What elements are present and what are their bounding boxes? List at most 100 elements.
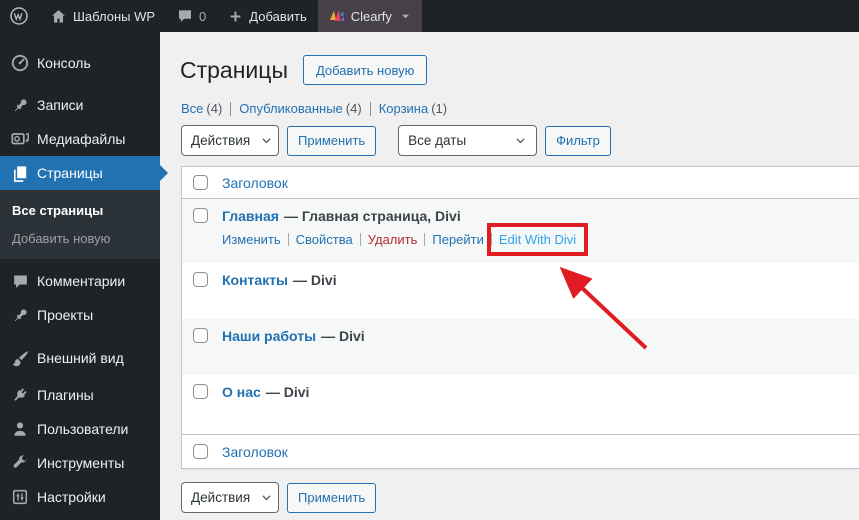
- bulk-actions-value: Действия: [191, 490, 251, 505]
- table-row-glavnaya: Главная — Главная страница, Divi Изменить…: [182, 199, 859, 263]
- sidebar-item-projects[interactable]: Проекты: [0, 298, 160, 332]
- submenu-all-pages[interactable]: Все страницы: [0, 196, 160, 224]
- sidebar-item-label: Консоль: [37, 55, 91, 71]
- submenu-add-new-page[interactable]: Добавить новую: [0, 224, 160, 252]
- sidebar-item-comments[interactable]: Комментарии: [0, 264, 160, 298]
- pages-icon: [10, 163, 30, 183]
- row-title-line: О нас — Divi: [222, 384, 309, 400]
- filter-count: (4): [345, 101, 362, 116]
- sidebar-item-appearance[interactable]: Внешний вид: [0, 341, 160, 375]
- sidebar-menu: Консоль Записи Медиафайлы Страницы Все с…: [0, 32, 168, 520]
- sidebar-item-settings[interactable]: Настройки: [0, 480, 160, 514]
- action-trash-link[interactable]: Удалить: [368, 232, 418, 247]
- sidebar-item-label: Инструменты: [37, 455, 125, 471]
- post-state: — Divi: [265, 384, 310, 400]
- sidebar-item-pages[interactable]: Страницы: [0, 156, 168, 190]
- row-checkbox[interactable]: [193, 208, 208, 223]
- filter-all-link[interactable]: Все (4): [181, 101, 222, 116]
- row-checkbox[interactable]: [193, 384, 208, 399]
- table-row-o-nas: О нас — Divi: [182, 375, 859, 434]
- row-title-line: Наши работы — Divi: [222, 328, 365, 344]
- media-icon: [10, 129, 30, 149]
- admin-bar: Шаблоны WP 0 Добавить Clearfy: [0, 0, 859, 32]
- sidebar-item-label: Внешний вид: [37, 350, 124, 366]
- apply-button[interactable]: Применить: [287, 125, 377, 156]
- select-all-checkbox[interactable]: [193, 175, 208, 190]
- apply-button-bottom[interactable]: Применить: [287, 482, 377, 513]
- row-checkbox[interactable]: [193, 272, 208, 287]
- pages-table: Заголовок Главная — Главная страница, Div…: [181, 166, 859, 469]
- bulk-actions-select-bottom[interactable]: Действия: [181, 482, 279, 513]
- sidebar-item-label: Медиафайлы: [37, 131, 126, 147]
- column-header-title[interactable]: Заголовок: [222, 175, 288, 191]
- page-title-link[interactable]: О нас: [222, 384, 261, 400]
- filter-published-link[interactable]: Опубликованные (4): [239, 101, 361, 116]
- sidebar-item-label: Страницы: [37, 165, 103, 181]
- row-title-line: Главная — Главная страница, Divi: [222, 208, 576, 224]
- paintbrush-icon: [10, 348, 30, 368]
- comments-count: 0: [199, 8, 207, 24]
- table-header-row: Заголовок: [182, 167, 859, 199]
- clearfy-menu[interactable]: Clearfy: [317, 0, 422, 32]
- comments-bubble-icon: [10, 271, 30, 291]
- filter-count: (4): [206, 101, 223, 116]
- sidebar-item-posts[interactable]: Записи: [0, 88, 160, 122]
- submenu-item-label: Добавить новую: [12, 230, 111, 246]
- chevron-down-icon: [400, 11, 411, 22]
- filter-label: Корзина: [378, 101, 429, 116]
- post-state: — Divi: [321, 328, 365, 344]
- annotation-highlight-box: Edit With Divi: [486, 223, 589, 256]
- sidebar-item-tools[interactable]: Инструменты: [0, 446, 160, 480]
- filter-label: Опубликованные: [239, 101, 343, 116]
- bulk-actions-value: Действия: [191, 133, 251, 148]
- chevron-down-icon: [260, 134, 273, 147]
- action-properties-link[interactable]: Свойства: [296, 232, 353, 247]
- sidebar-item-label: Настройки: [37, 489, 106, 505]
- bulk-actions-select[interactable]: Действия: [181, 125, 279, 156]
- comments-menu[interactable]: 0: [166, 0, 217, 32]
- site-menu[interactable]: Шаблоны WP: [39, 0, 166, 32]
- clearfy-label: Clearfy: [350, 8, 392, 24]
- wp-logo-icon: [9, 6, 29, 26]
- dashboard-icon: [10, 53, 30, 73]
- sidebar-item-users[interactable]: Пользователи: [0, 412, 160, 446]
- add-new-page-button[interactable]: Добавить новую: [302, 55, 428, 85]
- page-title-link[interactable]: Главная: [222, 208, 279, 224]
- row-checkbox[interactable]: [193, 328, 208, 343]
- comments-bubble-icon: [177, 8, 193, 24]
- page-title-link[interactable]: Контакты: [222, 272, 288, 288]
- action-separator: [287, 233, 289, 246]
- chevron-down-icon: [514, 134, 527, 147]
- sidebar-item-dashboard[interactable]: Консоль: [0, 46, 160, 80]
- active-menu-arrow: [160, 165, 168, 181]
- row-cell: Главная — Главная страница, Divi Изменить…: [222, 208, 589, 256]
- filter-separator: [230, 101, 232, 116]
- table-controls-bottom: Действия Применить: [181, 482, 377, 513]
- table-row-nashi-raboty: Наши работы — Divi: [182, 319, 859, 375]
- wp-logo-menu[interactable]: [0, 0, 39, 32]
- filter-count: (1): [431, 101, 448, 116]
- new-content-menu[interactable]: Добавить: [217, 0, 317, 32]
- post-state: — Главная страница, Divi: [283, 208, 461, 224]
- home-icon: [50, 8, 67, 25]
- submenu-item-label: Все страницы: [12, 202, 104, 218]
- dates-filter-select[interactable]: Все даты: [398, 125, 538, 156]
- filter-button[interactable]: Фильтр: [545, 125, 611, 156]
- pages-submenu: Все страницы Добавить новую: [0, 190, 160, 259]
- filter-label: Все: [181, 101, 204, 116]
- filter-trash-link[interactable]: Корзина (1): [379, 101, 447, 116]
- action-edit-link[interactable]: Изменить: [222, 232, 281, 247]
- table-row-kontakty: Контакты — Divi: [182, 263, 859, 319]
- wordpress-admin-screen: Шаблоны WP 0 Добавить Clearfy Консоль За…: [0, 0, 859, 520]
- new-content-label: Добавить: [249, 8, 307, 24]
- page-title: Страницы: [180, 57, 288, 83]
- column-footer-title[interactable]: Заголовок: [222, 444, 288, 460]
- action-edit-with-divi-link[interactable]: Edit With Divi: [499, 232, 576, 247]
- page-title-link[interactable]: Наши работы: [222, 328, 316, 344]
- select-all-checkbox[interactable]: [193, 444, 208, 459]
- dates-filter-value: Все даты: [408, 133, 467, 148]
- action-view-link[interactable]: Перейти: [432, 232, 484, 247]
- sidebar-item-media[interactable]: Медиафайлы: [0, 122, 160, 156]
- wrench-icon: [10, 453, 30, 473]
- sidebar-item-plugins[interactable]: Плагины: [0, 378, 160, 412]
